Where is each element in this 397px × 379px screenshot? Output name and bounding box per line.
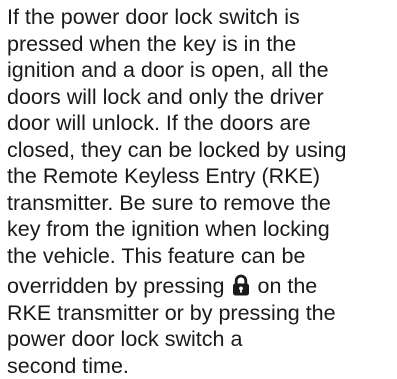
text-line-1: If the power door lock switch is	[7, 5, 300, 29]
text-line-10: the vehicle. This feature can be	[7, 243, 306, 268]
lock-icon	[232, 274, 250, 296]
text-line-4: doors will lock and only the driver	[7, 84, 324, 109]
text-line-9: key from the ignition when locking	[7, 217, 330, 241]
text-line-12: RKE transmitter or by pressing the	[7, 300, 336, 325]
icon-line-after-text: on the	[257, 274, 318, 298]
icon-line-before-text: overridden by pressing	[7, 274, 225, 298]
text-line-13: power door lock switch a	[7, 327, 243, 351]
text-line-2: pressed when the key is in the	[7, 31, 297, 56]
text-line-7: the Remote Keyless Entry (RKE)	[7, 164, 321, 188]
text-line-6: closed, they can be locked by using	[7, 137, 347, 162]
text-line-14: second time.	[7, 353, 129, 378]
text-line-8: transmitter. Be sure to remove the	[7, 190, 331, 215]
text-line-5: door will unlock. If the doors are	[7, 111, 311, 135]
text-line-3: ignition and a door is open, all the	[7, 58, 329, 82]
text-line-icon: overridden by pressing on the	[7, 273, 395, 300]
manual-paragraph: If the power door lock switch is pressed…	[7, 4, 395, 379]
